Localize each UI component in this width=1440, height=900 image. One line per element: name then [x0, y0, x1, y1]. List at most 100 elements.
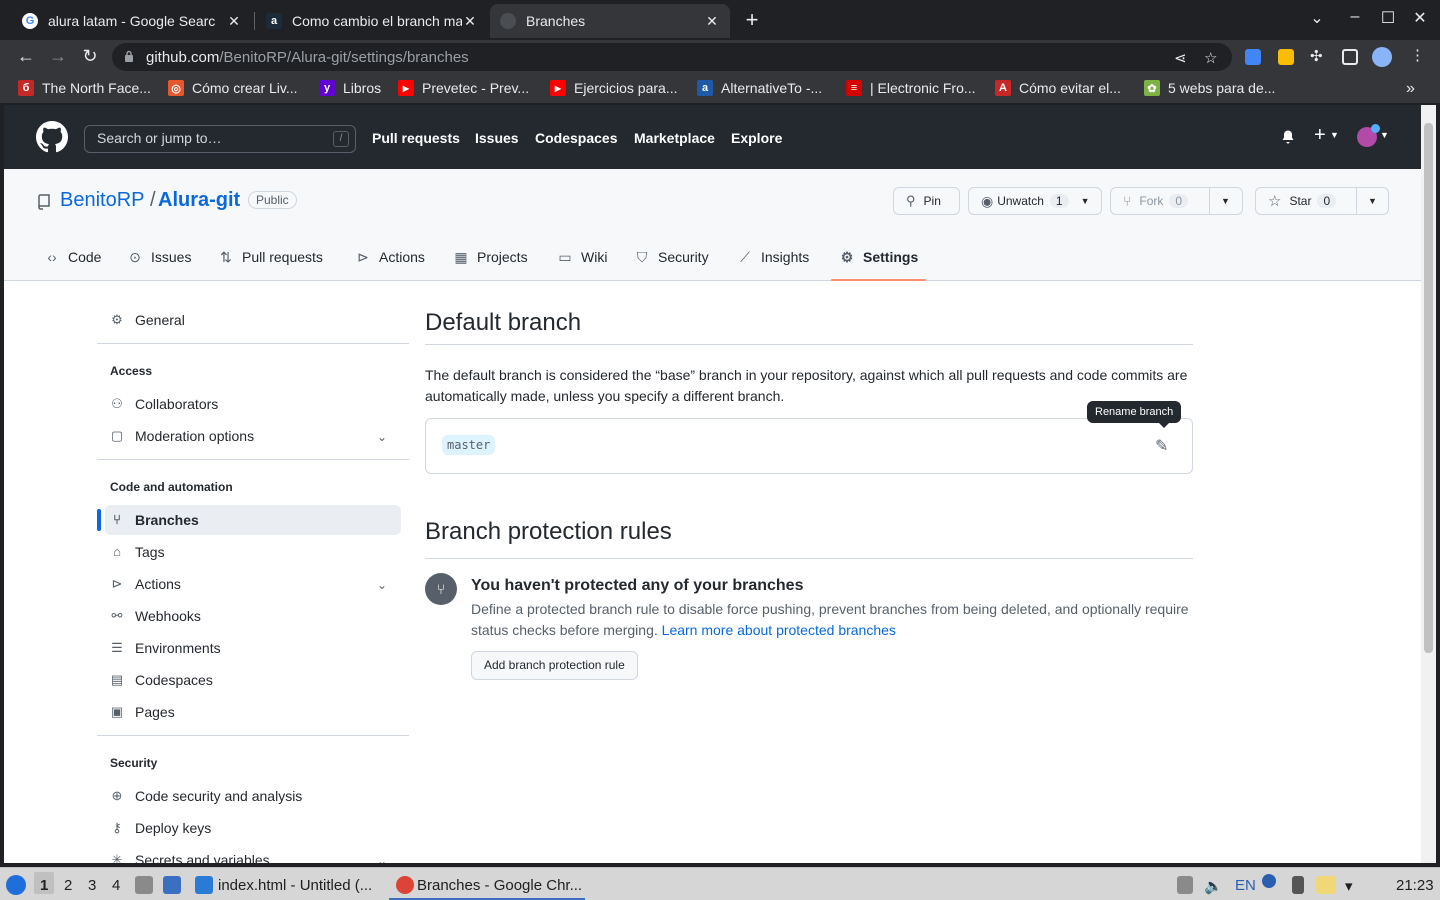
tab-wiki[interactable]: ▭ Wiki — [557, 249, 607, 265]
learn-more-link[interactable]: Learn more about protected branches — [662, 622, 896, 638]
extension-icon[interactable] — [1278, 49, 1294, 65]
workspace-2[interactable]: 2 — [64, 877, 72, 894]
pin-button[interactable]: ⚲ Pin — [893, 187, 960, 215]
nav-issues[interactable]: Issues — [475, 130, 519, 146]
clock: 21:23 — [1396, 877, 1434, 894]
bookmark-item[interactable]: A Cómo evitar el... — [995, 80, 1121, 96]
bookmarks-bar: б The North Face... ◎ Cómo crear Liv... yL… — [0, 74, 1440, 104]
sidebar-item-general[interactable]: ⚙ General — [109, 305, 185, 335]
close-window-button[interactable]: ✕ — [1408, 8, 1432, 28]
new-tab-button[interactable]: + — [740, 7, 764, 33]
share-icon[interactable]: ⋖ — [1174, 49, 1187, 67]
info-icon[interactable] — [1262, 874, 1276, 888]
github-search-input[interactable]: Search or jump to… / — [84, 125, 356, 153]
sidebar-item-actions[interactable]: ⊳ Actions — [109, 569, 181, 599]
sidebar-item-tags[interactable]: ⌂ Tags — [109, 537, 165, 567]
chevron-down-icon[interactable]: ⌄ — [377, 430, 387, 444]
forward-icon[interactable]: → — [46, 46, 70, 67]
bookmark-item[interactable]: y Libros — [319, 80, 381, 96]
nav-marketplace[interactable]: Marketplace — [634, 130, 715, 146]
bookmark-star-icon[interactable]: ☆ — [1204, 49, 1217, 67]
minimize-button[interactable]: – — [1343, 8, 1367, 26]
tab-projects[interactable]: ▦ Projects — [453, 249, 527, 265]
nav-pull-requests[interactable]: Pull requests — [372, 130, 460, 146]
repo-owner-link[interactable]: BenitoRP — [60, 189, 145, 212]
taskbar-app-vscode[interactable]: index.html - Untitled (... — [218, 877, 372, 894]
repo-name-link[interactable]: Alura-git — [158, 189, 240, 212]
bookmark-item[interactable]: ▶ Ejercicios para... — [550, 80, 677, 96]
close-icon[interactable]: ✕ — [226, 13, 242, 30]
fork-button[interactable]: ⑂ Fork 0 ▼ — [1110, 187, 1243, 215]
tab-insights[interactable]: ⟋ Insights — [737, 249, 809, 265]
branch-name-label: master — [442, 435, 496, 455]
sidebar-item-collaborators[interactable]: ⚇ Collaborators — [109, 389, 218, 419]
github-logo-icon[interactable] — [36, 121, 68, 153]
notes-icon[interactable] — [1316, 876, 1336, 894]
address-bar[interactable]: github.com/BenitoRP/Alura-git/settings/b… — [112, 43, 1232, 71]
chevron-down-icon[interactable]: ⌄ — [377, 854, 387, 863]
volume-icon[interactable]: 🔈 — [1204, 877, 1223, 895]
workspace-4[interactable]: 4 — [112, 877, 120, 894]
vscode-icon[interactable] — [195, 876, 213, 894]
nav-codespaces[interactable]: Codespaces — [535, 130, 617, 146]
sidebar-item-codespaces[interactable]: ▤ Codespaces — [109, 665, 213, 695]
tray-icon[interactable] — [1177, 876, 1193, 894]
star-button[interactable]: ☆ Star 0 ▼ — [1255, 187, 1389, 215]
tab-code[interactable]: ‹› Code — [44, 249, 101, 265]
bookmark-item[interactable]: ▶ Prevetec - Prev... — [398, 80, 529, 96]
sidebar-item-deploy-keys[interactable]: ⚷ Deploy keys — [109, 813, 211, 843]
sidebar-item-secrets[interactable]: ✳ Secrets and variables — [109, 845, 270, 863]
bookmark-item[interactable]: a AlternativeTo -... — [697, 80, 822, 96]
tab-issues[interactable]: ⊙ Issues — [127, 249, 191, 265]
codescan-icon: ⊕ — [111, 788, 123, 803]
keyboard-layout[interactable]: EN — [1235, 877, 1256, 894]
workspace-3[interactable]: 3 — [88, 877, 96, 894]
more-bookmarks-icon[interactable]: » — [1406, 80, 1415, 98]
create-new-icon[interactable]: + — [1314, 124, 1326, 147]
taskbar-app-chrome[interactable]: Branches - Google Chr... — [417, 877, 582, 894]
profile-avatar[interactable] — [1372, 47, 1392, 67]
sidebar-item-environments[interactable]: ☰ Environments — [109, 633, 220, 663]
browser-tab-branches[interactable]: Branches ✕ — [490, 4, 730, 38]
workspace-1[interactable]: 1 — [40, 877, 48, 894]
bookmark-item[interactable]: ≡ | Electronic Fro... — [846, 80, 976, 96]
add-branch-protection-rule-button[interactable]: Add branch protection rule — [471, 651, 638, 680]
close-icon[interactable]: ✕ — [704, 13, 720, 30]
tab-settings[interactable]: ⚙ Settings — [839, 249, 919, 265]
sidebar-item-branches[interactable]: ⑂ Branches — [109, 505, 199, 535]
more-menu-icon[interactable]: ⋮ — [1410, 46, 1425, 64]
translate-extension-icon[interactable] — [1245, 49, 1261, 65]
back-icon[interactable]: ← — [14, 46, 38, 67]
file-manager-icon[interactable] — [135, 876, 153, 894]
tab-search-icon[interactable]: ⌄ — [1305, 8, 1329, 28]
wifi-icon[interactable]: ▾ — [1345, 877, 1353, 895]
sidebar-item-pages[interactable]: ▣ Pages — [109, 697, 175, 727]
browser-tab-google[interactable]: G alura latam - Google Searc ✕ — [12, 4, 252, 38]
bookmark-item[interactable]: ◎ Cómo crear Liv... — [168, 80, 298, 96]
start-menu-icon[interactable] — [6, 875, 26, 895]
bell-icon[interactable] — [1280, 129, 1296, 145]
scrollbar-thumb[interactable] — [1424, 123, 1433, 653]
page-scrollbar[interactable] — [1421, 105, 1436, 863]
reload-icon[interactable]: ↻ — [78, 46, 102, 67]
pencil-icon[interactable]: ✎ — [1155, 436, 1168, 456]
nav-explore[interactable]: Explore — [731, 130, 782, 146]
tab-actions[interactable]: ⊳ Actions — [355, 249, 425, 265]
bookmark-item[interactable]: ✿ 5 webs para de... — [1144, 80, 1275, 96]
bookmark-item[interactable]: б The North Face... — [18, 80, 151, 96]
maximize-button[interactable]: ☐ — [1376, 8, 1400, 28]
sidebar-item-moderation[interactable]: ▢ Moderation options — [109, 421, 254, 451]
desktop-icon[interactable] — [163, 876, 181, 894]
chrome-icon[interactable] — [396, 876, 414, 894]
watch-button[interactable]: ◉ Unwatch 1 ▼ — [968, 187, 1102, 215]
tab-pull-requests[interactable]: ⇅ Pull requests — [218, 249, 323, 265]
tab-security[interactable]: ⛉ Security — [634, 249, 709, 265]
close-icon[interactable]: ✕ — [462, 13, 478, 30]
chevron-down-icon[interactable]: ⌄ — [377, 578, 387, 592]
browser-tab-alura[interactable]: a Como cambio el branch ma ✕ — [256, 4, 488, 38]
puzzle-icon[interactable]: ✣ — [1310, 47, 1323, 65]
clipboard-icon[interactable] — [1292, 876, 1304, 894]
side-panel-icon[interactable] — [1342, 49, 1358, 65]
sidebar-item-webhooks[interactable]: ⚯ Webhooks — [109, 601, 201, 631]
sidebar-item-code-security[interactable]: ⊕ Code security and analysis — [109, 781, 303, 811]
